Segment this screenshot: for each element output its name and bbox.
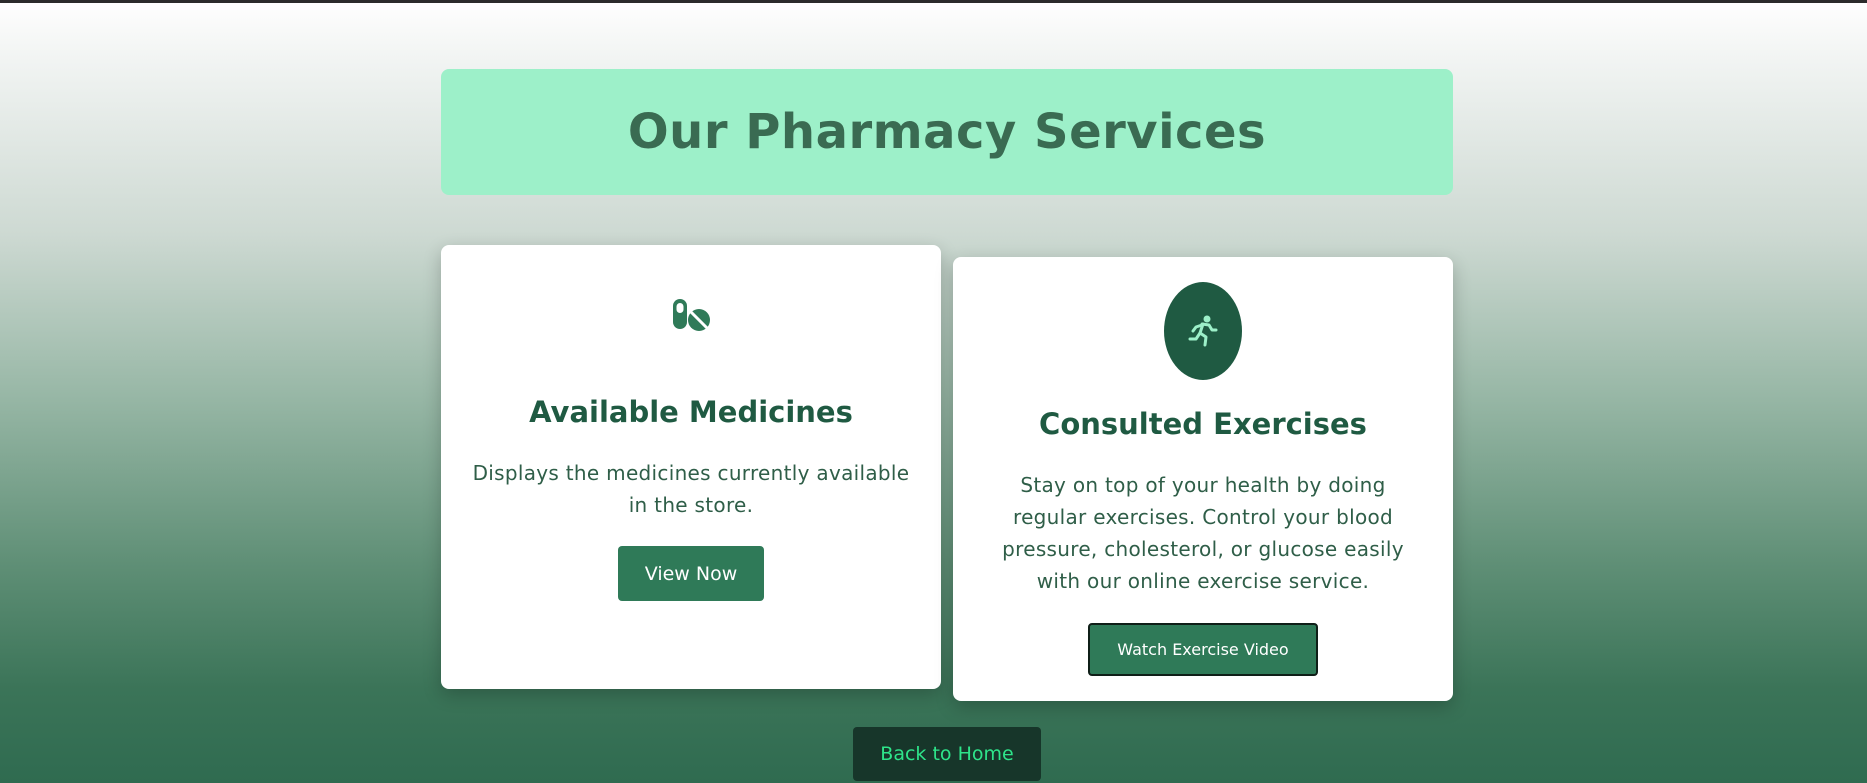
card-description-medicines: Displays the medicines currently availab… (472, 461, 910, 517)
view-now-button[interactable]: View Now (618, 546, 764, 601)
watch-exercise-video-button[interactable]: Watch Exercise Video (1088, 623, 1318, 676)
running-person-icon (1164, 282, 1242, 380)
service-card-exercises: Consulted Exercises Stay on top of your … (953, 257, 1453, 701)
back-to-home-button[interactable]: Back to Home (853, 727, 1041, 781)
card-title-medicines: Available Medicines (529, 395, 853, 429)
service-card-medicines: Available Medicines Displays the medicin… (441, 245, 941, 689)
page-header-banner: Our Pharmacy Services (441, 69, 1453, 195)
pills-icon (669, 297, 713, 333)
page-title: Our Pharmacy Services (627, 104, 1267, 160)
card-description-exercises: Stay on top of your health by doing regu… (1002, 473, 1404, 593)
card-title-exercises: Consulted Exercises (1039, 407, 1367, 441)
